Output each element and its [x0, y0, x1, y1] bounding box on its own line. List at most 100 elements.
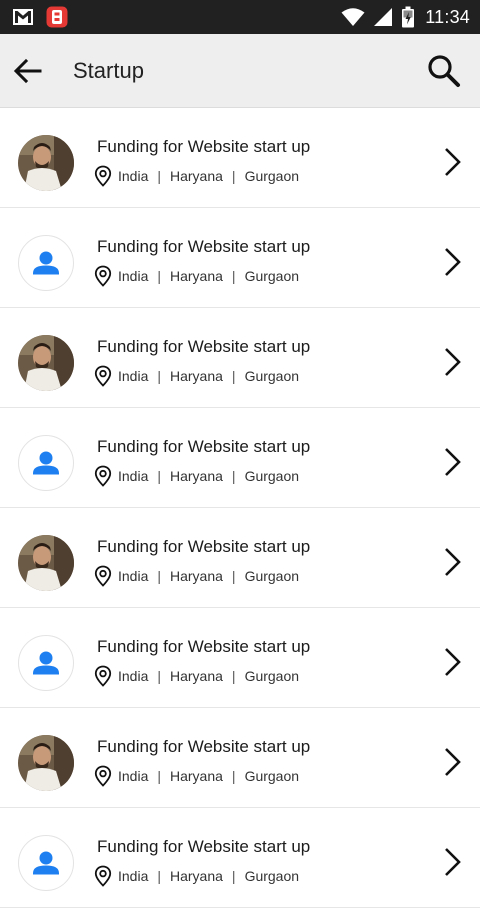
separator: |	[231, 368, 236, 384]
item-country: India	[118, 368, 149, 384]
separator: |	[157, 568, 161, 584]
chevron-right-icon[interactable]	[442, 346, 464, 378]
app-notification-icon	[46, 6, 68, 28]
list-item[interactable]: Funding for Website start up India | Har…	[0, 408, 480, 508]
item-city: Gurgaon	[244, 668, 300, 684]
separator: |	[231, 468, 236, 484]
item-country: India	[118, 168, 149, 184]
back-arrow-icon[interactable]	[12, 56, 44, 86]
chevron-right-icon[interactable]	[442, 246, 464, 278]
chevron-right-icon[interactable]	[442, 146, 464, 178]
location-pin-icon	[94, 465, 112, 487]
item-city: Gurgaon	[244, 768, 300, 784]
list-item[interactable]: Funding for Website start up India | Har…	[0, 308, 480, 408]
item-location: India | Haryana | Gurgaon	[94, 565, 299, 587]
avatar-default	[18, 235, 74, 291]
avatar-photo	[18, 335, 74, 391]
item-title: Funding for Website start up	[97, 737, 311, 756]
separator: |	[231, 868, 236, 884]
location-pin-icon	[94, 765, 112, 787]
person-icon	[33, 451, 59, 475]
cellular-signal-icon	[374, 8, 393, 26]
item-state: Haryana	[170, 568, 223, 584]
item-country: India	[118, 568, 149, 584]
separator: |	[231, 668, 236, 684]
item-location: India | Haryana | Gurgaon	[94, 865, 299, 887]
item-city: Gurgaon	[244, 268, 300, 284]
item-title: Funding for Website start up	[97, 537, 311, 556]
avatar-photo	[18, 535, 74, 591]
item-city: Gurgaon	[244, 168, 300, 184]
item-location: India | Haryana | Gurgaon	[94, 765, 299, 787]
chevron-right-icon[interactable]	[442, 546, 464, 578]
app-bar: Startup	[0, 34, 480, 108]
item-location: India | Haryana | Gurgaon	[94, 265, 299, 287]
item-city: Gurgaon	[244, 368, 300, 384]
status-time: 11:34	[425, 6, 470, 27]
item-country: India	[118, 668, 149, 684]
location-pin-icon	[94, 265, 112, 287]
wifi-icon	[341, 8, 365, 26]
item-title: Funding for Website start up	[97, 637, 311, 656]
avatar-default	[18, 835, 74, 891]
location-pin-icon	[94, 165, 112, 187]
item-state: Haryana	[170, 368, 223, 384]
avatar-default	[18, 435, 74, 491]
list-item[interactable]: Funding for Website start up India | Har…	[0, 608, 480, 708]
separator: |	[231, 168, 236, 184]
item-location: India | Haryana | Gurgaon	[94, 665, 299, 687]
item-title: Funding for Website start up	[97, 837, 311, 856]
item-city: Gurgaon	[244, 568, 300, 584]
list-item[interactable]: Funding for Website start up India | Har…	[0, 708, 480, 808]
list-item[interactable]: Funding for Website start up India | Har…	[0, 208, 480, 308]
status-bar: 11:34	[0, 0, 480, 34]
notification-icons	[12, 6, 68, 28]
startup-list: Funding for Website start up India | Har…	[0, 108, 480, 908]
list-item[interactable]: Funding for Website start up India | Har…	[0, 108, 480, 208]
separator: |	[157, 268, 161, 284]
item-city: Gurgaon	[244, 868, 300, 884]
item-state: Haryana	[170, 268, 223, 284]
item-country: India	[118, 868, 149, 884]
chevron-right-icon[interactable]	[442, 446, 464, 478]
item-title: Funding for Website start up	[97, 137, 311, 156]
page-title: Startup	[73, 58, 144, 83]
separator: |	[231, 568, 236, 584]
separator: |	[157, 368, 161, 384]
separator: |	[157, 468, 161, 484]
person-icon	[33, 251, 59, 275]
gmail-icon	[13, 9, 33, 25]
item-state: Haryana	[170, 768, 223, 784]
location-pin-icon	[94, 365, 112, 387]
avatar-photo	[18, 735, 74, 791]
location-pin-icon	[94, 665, 112, 687]
item-location: India | Haryana | Gurgaon	[94, 365, 299, 387]
avatar-photo	[18, 135, 74, 191]
search-icon[interactable]	[426, 53, 462, 89]
item-city: Gurgaon	[244, 468, 300, 484]
location-pin-icon	[94, 565, 112, 587]
separator: |	[231, 768, 236, 784]
item-country: India	[118, 468, 149, 484]
item-location: India | Haryana | Gurgaon	[94, 165, 299, 187]
item-title: Funding for Website start up	[97, 237, 311, 256]
item-title: Funding for Website start up	[97, 437, 311, 456]
item-location: India | Haryana | Gurgaon	[94, 465, 299, 487]
chevron-right-icon[interactable]	[442, 746, 464, 778]
item-state: Haryana	[170, 168, 223, 184]
location-pin-icon	[94, 865, 112, 887]
separator: |	[157, 768, 161, 784]
item-country: India	[118, 268, 149, 284]
person-icon	[33, 651, 59, 675]
separator: |	[157, 168, 161, 184]
item-state: Haryana	[170, 868, 223, 884]
battery-charging-icon	[402, 6, 415, 28]
chevron-right-icon[interactable]	[442, 646, 464, 678]
chevron-right-icon[interactable]	[442, 846, 464, 878]
list-item[interactable]: Funding for Website start up India | Har…	[0, 508, 480, 608]
system-status: 11:34	[341, 5, 470, 29]
separator: |	[157, 668, 161, 684]
list-item[interactable]: Funding for Website start up India | Har…	[0, 808, 480, 908]
item-state: Haryana	[170, 468, 223, 484]
person-icon	[33, 851, 59, 875]
